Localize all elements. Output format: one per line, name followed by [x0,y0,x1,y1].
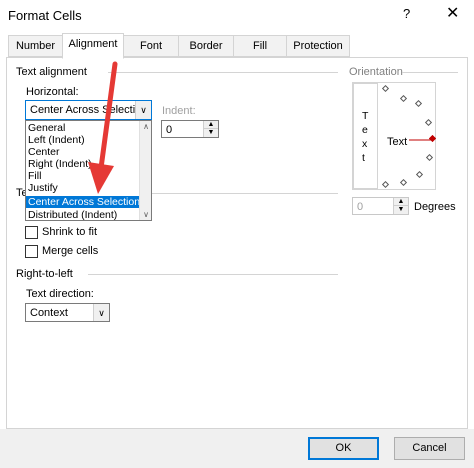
spin-down-icon[interactable]: ▼ [393,206,408,214]
option-center[interactable]: Center [26,146,140,158]
option-left-indent[interactable]: Left (Indent) [26,134,140,146]
degrees-value: 0 [357,201,364,213]
ok-button[interactable]: OK [308,437,379,460]
spin-up-icon[interactable]: ▲ [393,198,408,206]
option-justify[interactable]: Justify [26,182,140,194]
scroll-up-icon[interactable]: ∧ [140,122,151,131]
degrees-label: Degrees [414,201,456,213]
option-distributed-indent[interactable]: Distributed (Indent) [26,209,140,220]
horizontal-options-list[interactable]: General Left (Indent) Center Right (Inde… [25,120,152,221]
tab-alignment[interactable]: Alignment [62,33,124,59]
cancel-button[interactable]: Cancel [394,437,465,460]
option-right-indent[interactable]: Right (Indent) [26,158,140,170]
option-fill[interactable]: Fill [26,170,140,182]
degrees-spinner[interactable]: 0 ▲ ▼ [352,197,409,215]
dial-line [409,139,431,141]
option-center-across-selection[interactable]: Center Across Selection [26,196,140,208]
list-scrollbar[interactable]: ∧ ∨ [139,121,151,220]
option-general[interactable]: General [26,122,140,134]
scroll-down-icon[interactable]: ∨ [140,210,151,219]
